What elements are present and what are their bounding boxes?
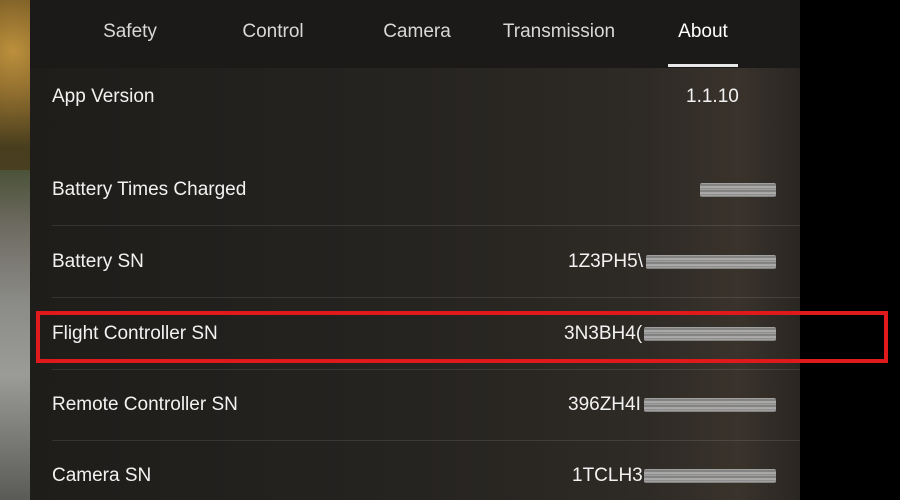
battery-sn-value: 1Z3PH5\ <box>568 251 643 272</box>
flight-controller-sn-label: Flight Controller SN <box>52 323 218 344</box>
redacted-value <box>644 469 776 483</box>
battery-sn-label: Battery SN <box>52 251 144 272</box>
camera-sn-value: 1TCLH3 <box>572 465 643 486</box>
app-version-row: App Version 1.1.10 <box>30 61 800 133</box>
redacted-value <box>644 327 776 341</box>
tab-camera[interactable]: Camera <box>372 0 462 66</box>
tab-bar: Safety Control Camera Transmission About <box>30 0 800 68</box>
app-version-value: 1.1.10 <box>686 86 739 107</box>
app-version-label: App Version <box>52 86 155 107</box>
battery-times-charged-row: Battery Times Charged <box>30 154 800 226</box>
redacted-value <box>644 398 776 412</box>
settings-screen: Safety Control Camera Transmission About… <box>0 0 900 500</box>
flight-controller-sn-value: 3N3BH4( <box>564 323 643 344</box>
camera-sn-row: Camera SN 1TCLH3 <box>30 440 800 500</box>
redacted-value <box>646 255 776 269</box>
flight-controller-sn-row: Flight Controller SN 3N3BH4( <box>30 298 800 370</box>
remote-controller-sn-value: 396ZH4I <box>568 394 641 415</box>
tab-safety[interactable]: Safety <box>90 0 170 66</box>
remote-controller-sn-label: Remote Controller SN <box>52 394 238 415</box>
camera-feed-tree <box>0 0 32 170</box>
tab-transmission[interactable]: Transmission <box>492 0 626 66</box>
camera-sn-label: Camera SN <box>52 465 152 486</box>
redacted-value <box>700 183 776 197</box>
tab-control[interactable]: Control <box>228 0 318 66</box>
battery-times-charged-label: Battery Times Charged <box>52 179 247 200</box>
tab-about[interactable]: About <box>668 0 738 66</box>
screen-edge <box>800 0 900 500</box>
remote-controller-sn-row: Remote Controller SN 396ZH4I <box>30 369 800 441</box>
battery-sn-row: Battery SN 1Z3PH5\ <box>30 226 800 298</box>
